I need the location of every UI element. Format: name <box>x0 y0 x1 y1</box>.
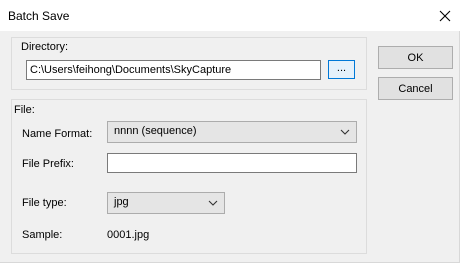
sample-value: 0001.jpg <box>107 229 150 241</box>
name-format-value: nnnn (sequence) <box>114 125 197 137</box>
chevron-down-icon <box>340 127 350 139</box>
name-format-select[interactable]: nnnn (sequence) <box>107 121 357 143</box>
name-format-label: Name Format: <box>22 128 93 140</box>
chevron-down-icon <box>208 198 218 210</box>
window-title: Batch Save <box>8 9 70 23</box>
cancel-button[interactable]: Cancel <box>378 77 453 100</box>
close-icon <box>439 10 451 21</box>
file-type-value: jpg <box>114 196 129 208</box>
batch-save-dialog: Batch Save Directory: C:\Users\feihong\D… <box>0 0 460 263</box>
file-prefix-label: File Prefix: <box>22 158 74 170</box>
file-type-label: File type: <box>22 197 67 209</box>
directory-path-field[interactable]: C:\Users\feihong\Documents\SkyCapture <box>26 60 321 80</box>
file-prefix-field[interactable] <box>107 153 357 173</box>
file-group-label: File: <box>14 104 35 116</box>
ok-button[interactable]: OK <box>378 46 453 69</box>
sample-label: Sample: <box>22 229 63 241</box>
directory-group-label: Directory: <box>21 41 69 53</box>
file-type-select[interactable]: jpg <box>107 192 225 214</box>
browse-button[interactable]: ... <box>328 60 355 79</box>
close-button[interactable] <box>430 0 460 31</box>
title-bar: Batch Save <box>0 0 460 31</box>
